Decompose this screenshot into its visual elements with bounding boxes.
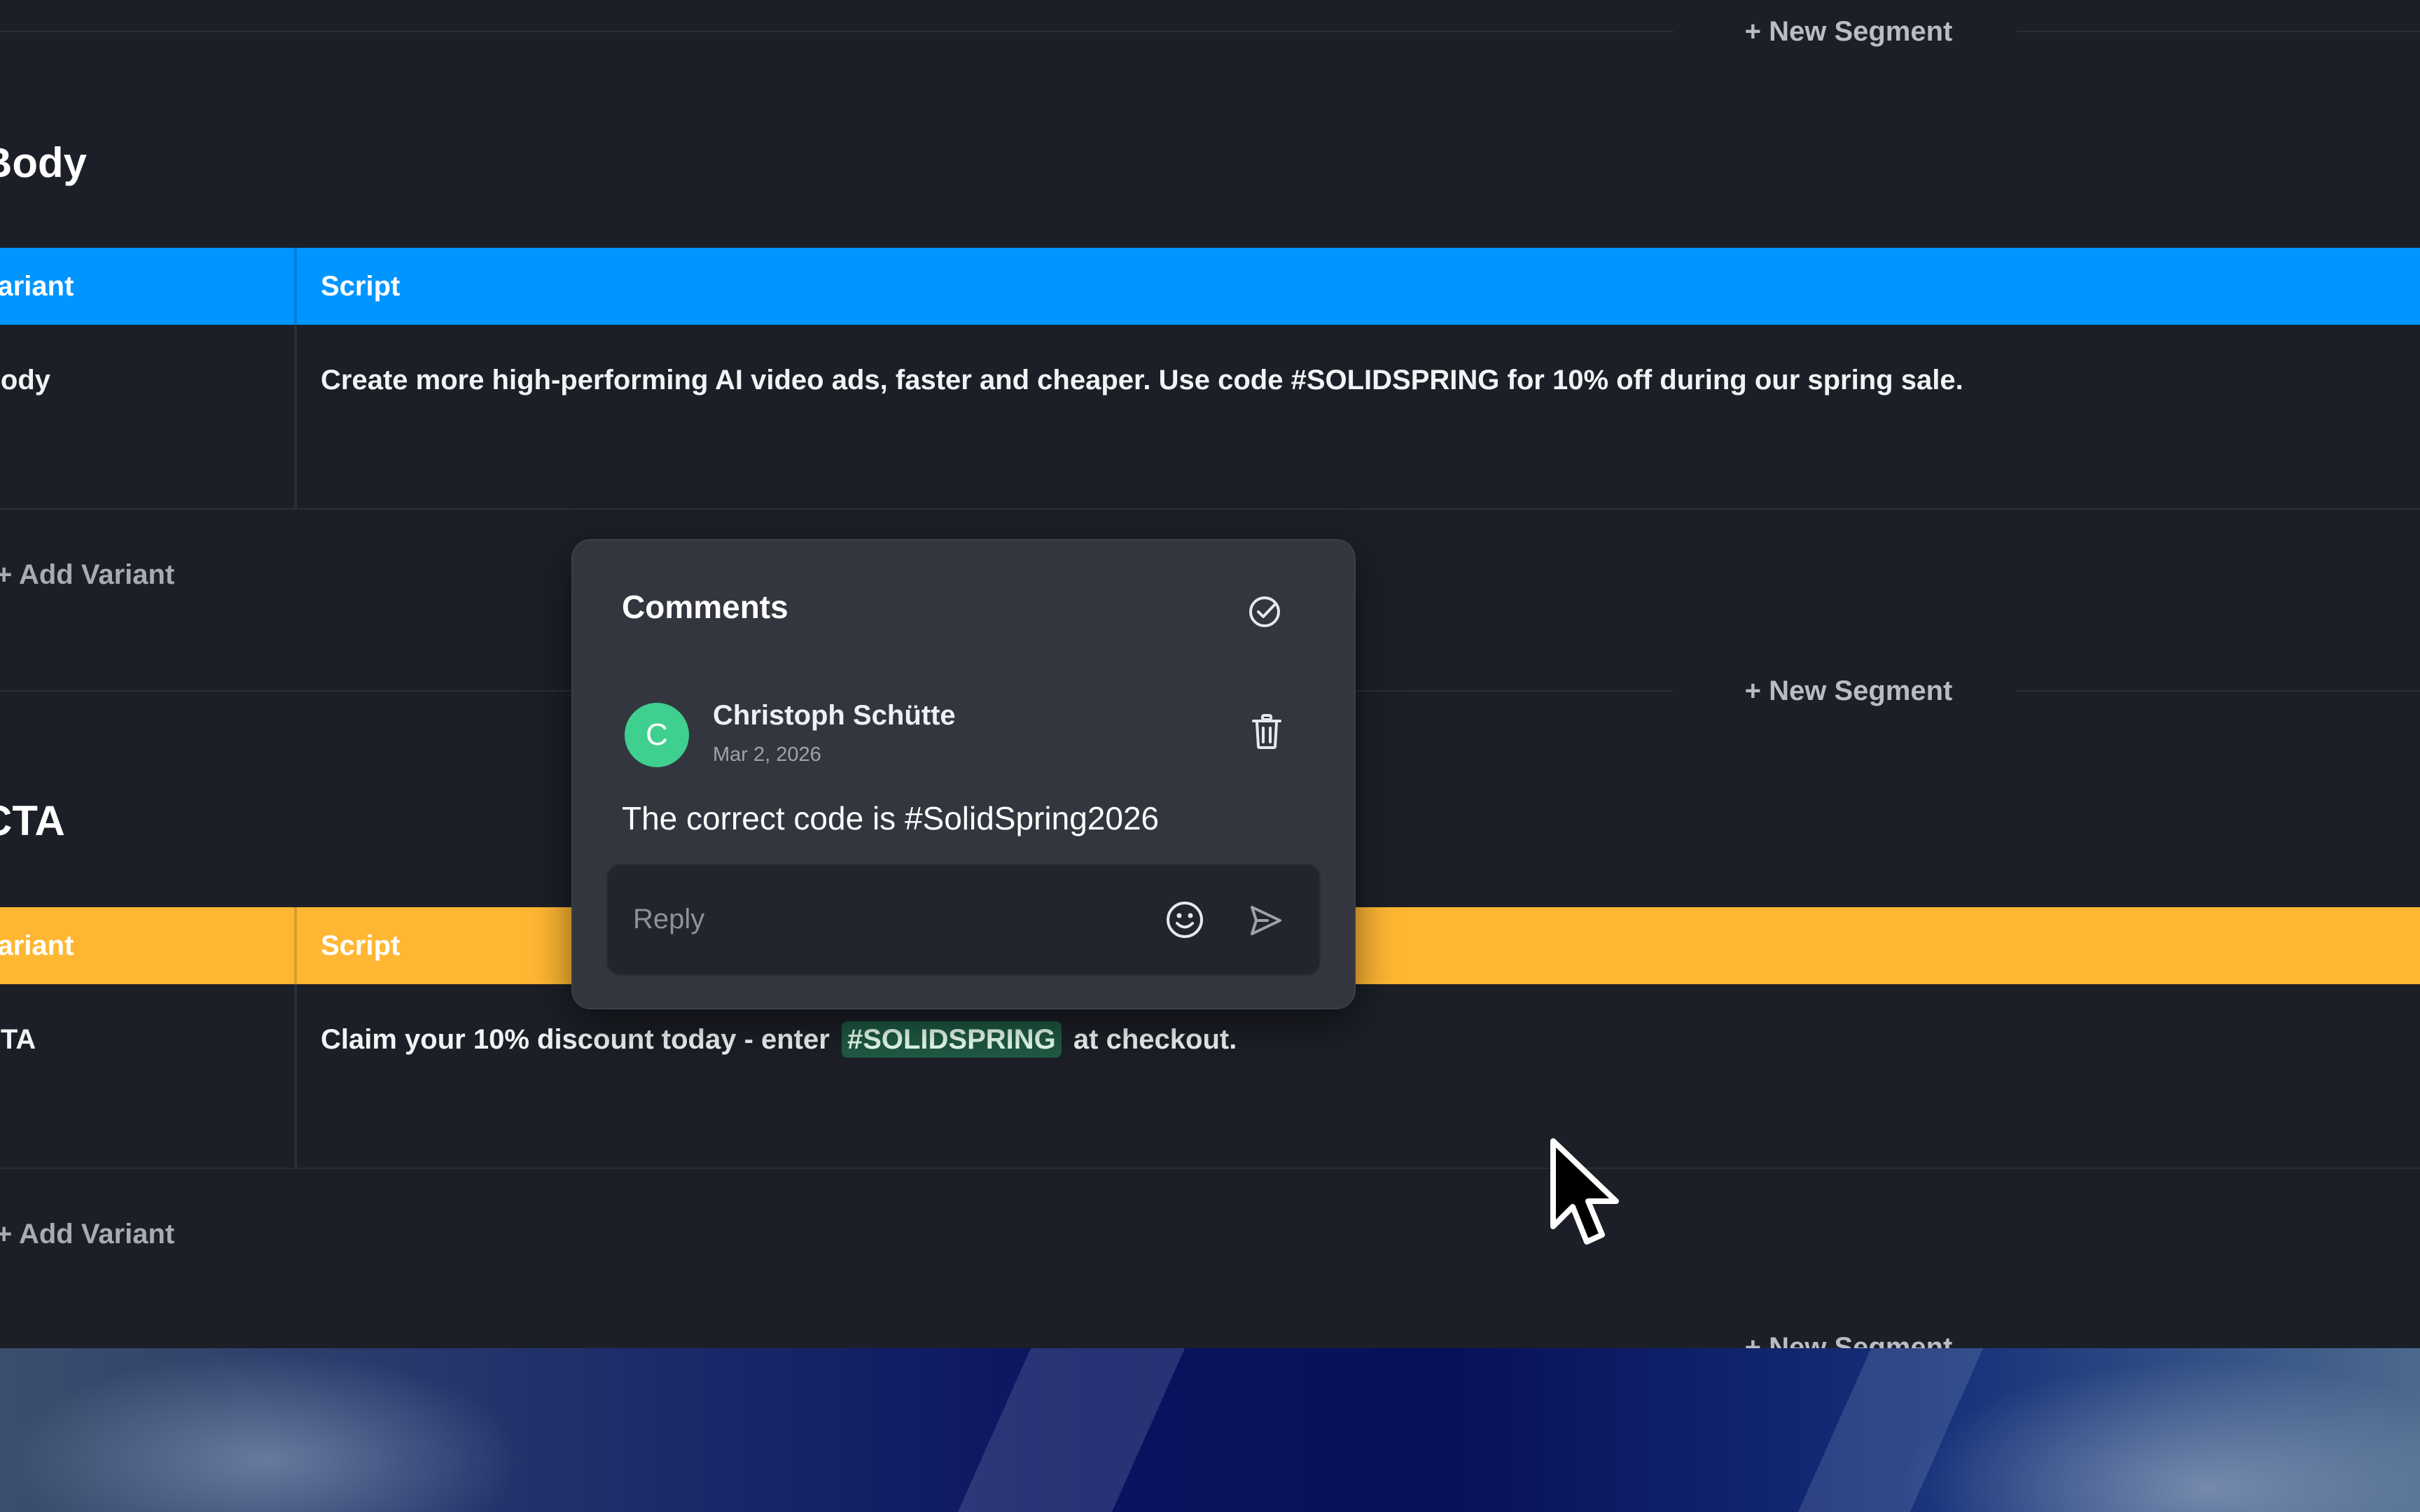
add-variant-button-body[interactable]: + Add Variant [0,557,174,592]
add-variant-button-cta[interactable]: + Add Variant [0,1217,174,1252]
script-editor: + New Segment Body Variant Script Body C… [0,0,2420,1348]
body-table-header: Variant Script [0,248,2420,325]
cta-script-text: at checkout. [1073,1024,1237,1055]
wallpaper-light-band [1797,1348,1984,1512]
reply-input[interactable] [632,893,1111,945]
body-row-script[interactable]: Create more high-performing AI video ads… [321,363,2393,398]
send-icon [1251,906,1281,935]
comments-popover: Comments C Christoph Schütte Mar 2, 2026 [571,539,1356,1009]
cta-header-script: Script [321,930,401,961]
screen: + New Segment Body Variant Script Body C… [0,0,2420,1512]
resolve-button[interactable] [1245,592,1284,631]
cta-row-variant[interactable]: CTA [0,1022,36,1057]
body-header-script: Script [321,271,401,302]
trash-icon [1252,714,1281,749]
comment-highlight[interactable]: #SOLIDSPRING [841,1021,1062,1058]
column-separator [294,984,297,1168]
header-column-separator [294,907,297,984]
new-segment-button[interactable]: + New Segment [1737,14,1961,49]
cta-script-text: Claim your 10% discount today - enter [321,1024,830,1055]
comment-body: The correct code is #SolidSpring2026 [622,800,1160,836]
delete-comment-button[interactable] [1249,713,1284,750]
smiley-icon [1167,902,1203,938]
section-title-cta: CTA [0,797,65,844]
desktop-wallpaper [0,1348,2420,1512]
comment-date: Mar 2, 2026 [713,743,821,766]
new-segment-button[interactable]: + New Segment [1737,673,1961,708]
new-segment-button[interactable]: + New Segment [1737,1330,1961,1348]
section-title-body: Body [0,139,87,186]
wallpaper-light-band [957,1348,1185,1512]
reply-box [606,864,1321,976]
segment-divider-right [2017,31,2420,32]
comments-title: Comments [622,589,788,625]
segment-divider-left [0,31,1674,32]
cta-row-script[interactable]: Claim your 10% discount today - enter #S… [321,1021,2393,1058]
cta-header-variant: Variant [0,930,74,961]
header-column-separator [294,248,297,325]
comment-author: Christoph Schütte [713,700,956,731]
row-divider [0,508,2420,510]
segment-divider-right [2017,690,2420,692]
check-circle-icon [1249,596,1280,627]
row-divider [0,1168,2420,1169]
emoji-button[interactable] [1164,899,1206,941]
send-button[interactable] [1246,902,1284,939]
body-header-variant: Variant [0,271,74,302]
avatar: C [625,703,689,767]
column-separator [294,325,297,508]
body-row-variant[interactable]: Body [0,363,50,398]
